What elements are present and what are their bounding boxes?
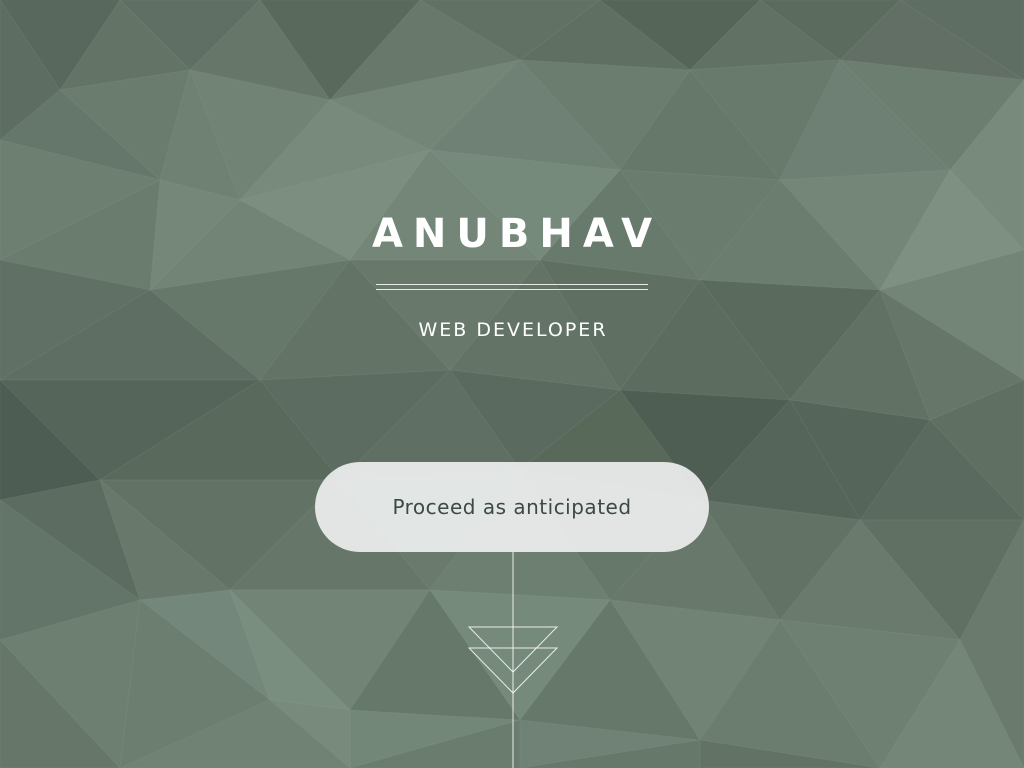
hero-role: WEB DEVELOPER: [418, 319, 608, 341]
proceed-button-label: Proceed as anticipated: [392, 495, 632, 519]
hero-name: ANUBHAV: [371, 211, 663, 257]
hero-section: ANUBHAV WEB DEVELOPER Proceed as anticip…: [0, 0, 1024, 768]
proceed-button[interactable]: Proceed as anticipated: [315, 462, 709, 552]
name-divider: [376, 284, 648, 290]
double-chevron-down-icon[interactable]: [467, 552, 559, 768]
